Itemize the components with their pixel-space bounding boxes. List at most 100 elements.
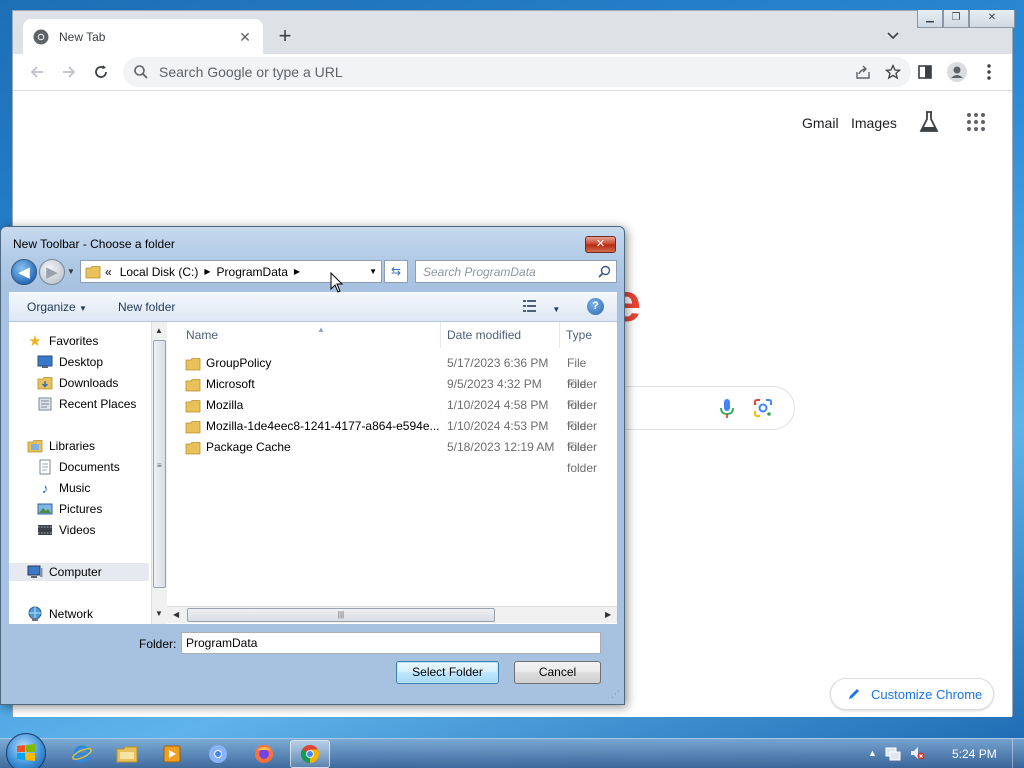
file-date: 5/18/2023 12:19 AM bbox=[447, 440, 555, 454]
scrollbar-thumb[interactable]: ≡ bbox=[153, 340, 166, 588]
breadcrumb-local-disk[interactable]: Local Disk (C:) bbox=[120, 265, 199, 279]
minimize-button[interactable]: ▁ bbox=[917, 10, 943, 28]
file-row[interactable]: Microsoft 9/5/2023 4:32 PM File folder bbox=[167, 374, 617, 412]
dialog-close-button[interactable]: ✕ bbox=[585, 236, 616, 253]
search-programdata-input[interactable]: Search ProgramData bbox=[415, 260, 617, 283]
tray-expand-icon[interactable]: ▲ bbox=[868, 748, 877, 758]
file-row[interactable]: Mozilla 1/10/2024 4:58 PM File folder bbox=[167, 395, 617, 433]
taskbar-chrome-alt[interactable] bbox=[198, 740, 238, 768]
labs-flask-icon[interactable] bbox=[918, 110, 940, 134]
new-folder-button[interactable]: New folder bbox=[118, 300, 175, 314]
nav-label: Downloads bbox=[59, 376, 119, 390]
file-name: GroupPolicy bbox=[206, 356, 272, 370]
nav-downloads[interactable]: Downloads bbox=[37, 374, 118, 392]
new-tab-button[interactable]: + bbox=[273, 25, 297, 49]
nav-music[interactable]: ♪ Music bbox=[37, 479, 91, 497]
back-button[interactable]: ◀ bbox=[11, 259, 37, 285]
file-name: Mozilla bbox=[206, 398, 244, 412]
address-dropdown-icon[interactable]: ▼ bbox=[369, 267, 377, 276]
taskbar-file-explorer[interactable] bbox=[107, 740, 147, 768]
star-icon: ★ bbox=[28, 333, 42, 350]
organize-menu[interactable]: Organize ▼ bbox=[27, 300, 87, 314]
bookmark-star-icon[interactable] bbox=[885, 64, 901, 80]
file-row[interactable]: Package Cache 5/18/2023 12:19 AM File fo… bbox=[167, 437, 617, 475]
network-tray-icon[interactable] bbox=[885, 745, 901, 761]
view-options-button[interactable]: ▼ bbox=[523, 300, 560, 315]
window-close-button[interactable]: ✕ bbox=[969, 10, 1015, 28]
forward-arrow-icon[interactable] bbox=[59, 62, 79, 82]
back-arrow-icon[interactable] bbox=[27, 62, 47, 82]
google-lens-icon[interactable] bbox=[753, 398, 773, 418]
scroll-right-arrow-icon[interactable]: ▶ bbox=[605, 610, 611, 619]
nav-libraries[interactable]: Libraries bbox=[27, 437, 95, 455]
volume-muted-icon[interactable] bbox=[909, 745, 925, 761]
images-link[interactable]: Images bbox=[851, 115, 897, 131]
column-header-date-modified[interactable]: Date modified bbox=[440, 322, 560, 348]
file-row[interactable]: Mozilla-1de4eec8-1241-4177-a864-e594e...… bbox=[167, 416, 617, 454]
start-button[interactable] bbox=[6, 733, 46, 768]
taskbar-firefox[interactable] bbox=[244, 740, 284, 768]
nav-videos[interactable]: Videos bbox=[37, 521, 95, 539]
customize-chrome-button[interactable]: Customize Chrome bbox=[830, 678, 994, 710]
nav-computer[interactable]: Computer bbox=[9, 563, 149, 581]
gmail-link[interactable]: Gmail bbox=[802, 115, 839, 131]
scroll-left-arrow-icon[interactable]: ◀ bbox=[173, 610, 179, 619]
recent-locations-chevron-icon[interactable]: ▼ bbox=[67, 267, 75, 276]
nav-pictures[interactable]: Pictures bbox=[37, 500, 102, 518]
scroll-down-arrow-icon[interactable]: ▼ bbox=[155, 609, 163, 618]
nav-desktop[interactable]: Desktop bbox=[37, 353, 103, 371]
view-list-icon bbox=[523, 300, 536, 312]
tab-new-tab[interactable]: New Tab ✕ bbox=[23, 19, 263, 54]
navigation-scrollbar[interactable]: ▲ ≡ ▼ bbox=[151, 322, 167, 624]
choose-folder-dialog: New Toolbar - Choose a folder ✕ ◀ ▶ ▼ « … bbox=[0, 226, 625, 705]
google-apps-icon[interactable] bbox=[966, 112, 986, 132]
scrollbar-thumb[interactable]: ||| bbox=[187, 608, 495, 622]
omnibox[interactable]: Search Google or type a URL bbox=[123, 57, 911, 87]
taskbar-media-player[interactable] bbox=[152, 740, 192, 768]
microphone-icon[interactable] bbox=[719, 398, 735, 420]
cancel-button[interactable]: Cancel bbox=[514, 661, 601, 684]
reload-icon[interactable] bbox=[91, 62, 111, 82]
file-name: Microsoft bbox=[206, 377, 255, 391]
breadcrumb-chevron-icon[interactable]: ▶ bbox=[204, 267, 210, 276]
show-desktop-button[interactable] bbox=[1012, 739, 1024, 768]
refresh-button[interactable]: ⇆ bbox=[384, 260, 408, 283]
nav-documents[interactable]: Documents bbox=[37, 458, 120, 476]
folder-field[interactable]: ProgramData bbox=[181, 632, 601, 654]
help-icon[interactable]: ? bbox=[587, 298, 604, 315]
column-header-type[interactable]: Type bbox=[559, 322, 619, 348]
nav-label: Desktop bbox=[59, 355, 104, 369]
address-overflow[interactable]: « bbox=[105, 265, 112, 279]
share-icon[interactable] bbox=[855, 64, 871, 80]
resize-grip-icon[interactable]: ⋰ bbox=[611, 689, 620, 700]
side-panel-icon[interactable] bbox=[915, 62, 935, 82]
breadcrumb-programdata[interactable]: ProgramData bbox=[217, 265, 288, 279]
taskbar-chrome[interactable] bbox=[290, 740, 330, 768]
breadcrumb-chevron-icon[interactable]: ▶ bbox=[294, 267, 300, 276]
select-folder-button[interactable]: Select Folder bbox=[396, 661, 499, 684]
file-date: 5/17/2023 6:36 PM bbox=[447, 356, 549, 370]
back-arrow-icon: ◀ bbox=[18, 264, 30, 281]
taskbar-clock[interactable]: 5:24 PM bbox=[952, 747, 997, 761]
sort-up-icon: ▲ bbox=[317, 325, 325, 334]
horizontal-scrollbar[interactable]: ◀ ||| ▶ bbox=[167, 606, 617, 623]
restore-button[interactable]: ❐ bbox=[943, 10, 969, 28]
kebab-menu-icon[interactable] bbox=[979, 62, 999, 82]
libraries-icon bbox=[27, 438, 43, 454]
taskbar-internet-explorer[interactable] bbox=[62, 740, 102, 768]
forward-arrow-icon: ▶ bbox=[46, 264, 58, 281]
nav-label: Network bbox=[49, 607, 94, 621]
column-header-name[interactable]: ▲ Name bbox=[179, 322, 441, 348]
scroll-up-arrow-icon[interactable]: ▲ bbox=[155, 326, 163, 335]
firefox-icon bbox=[255, 745, 273, 763]
nav-network[interactable]: Network bbox=[27, 605, 93, 623]
tab-close-icon[interactable]: ✕ bbox=[237, 29, 253, 45]
profile-avatar-icon[interactable] bbox=[947, 62, 967, 82]
column-label: Type bbox=[566, 328, 593, 342]
nav-recent-places[interactable]: Recent Places bbox=[37, 395, 136, 413]
tab-search-chevron-icon[interactable] bbox=[885, 27, 901, 43]
forward-button[interactable]: ▶ bbox=[39, 259, 65, 285]
folder-icon bbox=[85, 265, 101, 278]
file-row[interactable]: GroupPolicy 5/17/2023 6:36 PM File folde… bbox=[167, 353, 617, 391]
nav-favorites[interactable]: ★ Favorites bbox=[27, 332, 98, 350]
